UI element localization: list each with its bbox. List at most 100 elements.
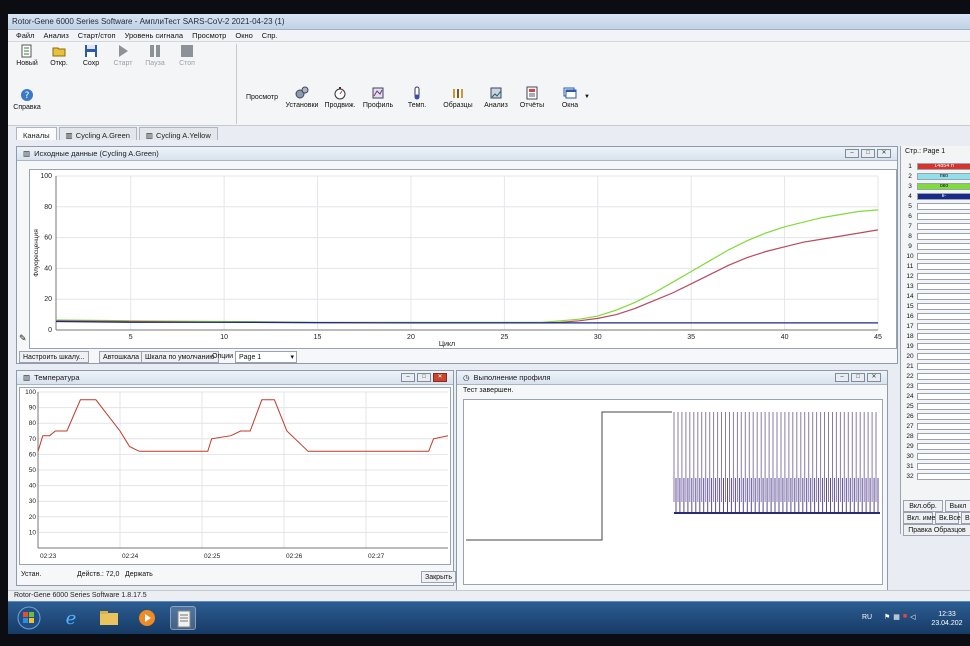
media-taskbar-button[interactable] <box>134 606 160 630</box>
x-tick-label: 45 <box>874 334 882 341</box>
temp-button[interactable]: Темп. <box>400 86 434 109</box>
sample-row[interactable]: 3 око <box>901 182 970 191</box>
sample-row[interactable]: 18 <box>901 332 970 341</box>
flag-icon[interactable]: ⚑ <box>884 613 890 623</box>
chart-tool-icon[interactable]: ✎ <box>19 333 27 344</box>
windows-button[interactable]: Окна <box>552 86 588 109</box>
sample-row[interactable]: 7 <box>901 222 970 231</box>
page-select[interactable]: Page 1 ▾ <box>235 351 297 363</box>
sample-row[interactable]: 19 <box>901 342 970 351</box>
sample-row[interactable]: 16 <box>901 312 970 321</box>
pause-button[interactable]: Пауза <box>138 44 172 67</box>
menu-view[interactable]: Просмотр <box>192 31 226 40</box>
sample-row[interactable]: 15 <box>901 302 970 311</box>
sample-row[interactable]: 26 <box>901 412 970 421</box>
reports-button[interactable]: Отчёты <box>514 86 550 109</box>
tab-channels[interactable]: Каналы <box>16 127 57 140</box>
sample-label <box>917 433 970 440</box>
sample-row[interactable]: 17 <box>901 322 970 331</box>
analysis-button[interactable]: Анализ <box>478 86 514 109</box>
menu-window[interactable]: Окно <box>235 31 252 40</box>
sample-row[interactable]: 32 <box>901 472 970 481</box>
progress-button[interactable]: Продвиж. <box>320 86 360 109</box>
save-button[interactable]: Сохр <box>74 44 108 67</box>
sample-row[interactable]: 20 <box>901 352 970 361</box>
tab-cycling-green[interactable]: ▥ Cycling A.Green <box>58 127 137 140</box>
stop-button[interactable]: Стоп <box>170 44 204 67</box>
sample-row[interactable]: 29 <box>901 442 970 451</box>
sample-row[interactable]: 13 <box>901 282 970 291</box>
start-button-windows[interactable] <box>14 606 44 630</box>
channel-tabs: Каналы ▥ Cycling A.Green ▥ Cycling A.Yello… <box>16 126 970 140</box>
sample-row[interactable]: 8 <box>901 232 970 241</box>
maximize-button[interactable]: □ <box>861 149 875 158</box>
sample-row[interactable]: 9 <box>901 242 970 251</box>
system-clock[interactable]: 12:33 23.04.202 <box>928 610 966 628</box>
tray-warning-icon[interactable]: ■ <box>903 613 907 623</box>
rotorgene-taskbar-button[interactable] <box>170 606 196 630</box>
edit-samples-button[interactable]: Правка Образцов <box>903 524 970 536</box>
default-scale-button[interactable]: Шкала по умолчанию <box>141 351 219 363</box>
sample-label: к- <box>917 193 970 200</box>
new-button[interactable]: Новый <box>10 44 44 67</box>
sample-row[interactable]: 27 <box>901 422 970 431</box>
minimize-button[interactable]: – <box>835 373 849 382</box>
close-button[interactable]: ✕ <box>867 373 881 382</box>
close-button[interactable]: ✕ <box>877 149 891 158</box>
include-sample-button[interactable]: Вкл.обр. <box>903 500 943 512</box>
sample-row[interactable]: 5 <box>901 202 970 211</box>
adjust-scale-button[interactable]: Настроить шкалу... <box>19 351 89 363</box>
open-button[interactable]: Откр. <box>42 44 76 67</box>
maximize-button[interactable]: □ <box>851 373 865 382</box>
sample-row[interactable]: 24 <box>901 392 970 401</box>
include-named-button[interactable]: Вкл. имен. <box>903 512 941 524</box>
network-icon[interactable]: ▦ <box>893 613 900 623</box>
sample-row[interactable]: 31 <box>901 462 970 471</box>
menu-run[interactable]: Старт/стоп <box>78 31 116 40</box>
settings-button[interactable]: Установки <box>282 86 322 109</box>
tab-cycling-yellow[interactable]: ▥ Cycling A.Yellow <box>138 127 218 140</box>
maximize-button[interactable]: □ <box>417 373 431 382</box>
sample-row[interactable]: 30 <box>901 452 970 461</box>
exclude-sample-button[interactable]: Выкл <box>945 500 970 512</box>
sample-row[interactable]: 4 к- <box>901 192 970 201</box>
start-button[interactable]: Старт <box>106 44 140 67</box>
explorer-taskbar-button[interactable] <box>96 606 122 630</box>
samples-label: Образцы <box>443 102 473 109</box>
stopwatch-small-icon: ◷ <box>463 373 470 382</box>
menu-analysis[interactable]: Анализ <box>43 31 68 40</box>
samples-button[interactable]: Образцы <box>438 86 478 109</box>
ie-taskbar-button[interactable]: e <box>58 606 84 630</box>
extra-button[interactable]: В <box>961 512 970 524</box>
sample-row[interactable]: 22 <box>901 372 970 381</box>
sample-row[interactable]: 25 <box>901 402 970 411</box>
sample-row[interactable]: 23 <box>901 382 970 391</box>
menu-help[interactable]: Спр. <box>262 31 278 40</box>
menu-file[interactable]: Файл <box>16 31 34 40</box>
volume-icon[interactable]: ◁ <box>910 613 915 623</box>
autoscale-button[interactable]: Автошкала <box>99 351 143 363</box>
sample-row[interactable]: 2 пко <box>901 172 970 181</box>
close-temp-button[interactable]: Закрыть <box>421 571 456 583</box>
close-button[interactable]: ✕ <box>433 373 447 382</box>
profile-button[interactable]: Профиль <box>358 86 398 109</box>
help-button[interactable]: ? Справка <box>10 88 44 111</box>
sample-row[interactable]: 14 <box>901 292 970 301</box>
temperature-chart: 10 20 30 40 50 60 70 80 90 100 02:23 02:24 02:25 02:2… <box>25 389 449 560</box>
clock-date: 23.04.202 <box>931 620 963 627</box>
sample-label <box>917 323 970 330</box>
language-indicator[interactable]: RU <box>862 614 872 621</box>
include-all-button[interactable]: Вк.Все <box>935 512 961 524</box>
sample-row[interactable]: 11 <box>901 262 970 271</box>
sample-row[interactable]: 10 <box>901 252 970 261</box>
sample-row[interactable]: 1 14854 п <box>901 162 970 171</box>
sample-row[interactable]: 6 <box>901 212 970 221</box>
minimize-button[interactable]: – <box>401 373 415 382</box>
menu-gain[interactable]: Уровень сигнала <box>125 31 184 40</box>
sample-row[interactable]: 21 <box>901 362 970 371</box>
windows-dropdown-icon[interactable]: ▼ <box>584 94 590 100</box>
sample-row[interactable]: 12 <box>901 272 970 281</box>
start-label: Старт <box>113 60 133 67</box>
sample-row[interactable]: 28 <box>901 432 970 441</box>
minimize-button[interactable]: – <box>845 149 859 158</box>
